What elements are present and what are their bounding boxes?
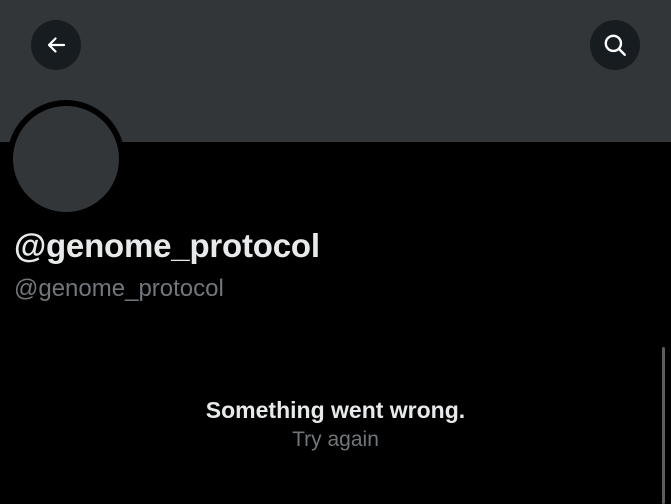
profile-handle: @genome_protocol [14,275,224,302]
profile-display-name: @genome_protocol [14,227,320,264]
error-message: Something went wrong. Try again [0,394,671,454]
error-title: Something went wrong. [205,397,466,423]
back-button[interactable] [31,20,81,70]
avatar-border [7,100,125,218]
try-again-button[interactable]: Try again [292,426,379,454]
arrow-left-icon [47,37,66,53]
avatar[interactable] [13,106,119,212]
search-button[interactable] [590,20,640,70]
profile-screen: @genome_protocol @genome_protocol Someth… [0,0,671,504]
search-icon [604,34,626,56]
scrollbar[interactable] [662,347,665,504]
